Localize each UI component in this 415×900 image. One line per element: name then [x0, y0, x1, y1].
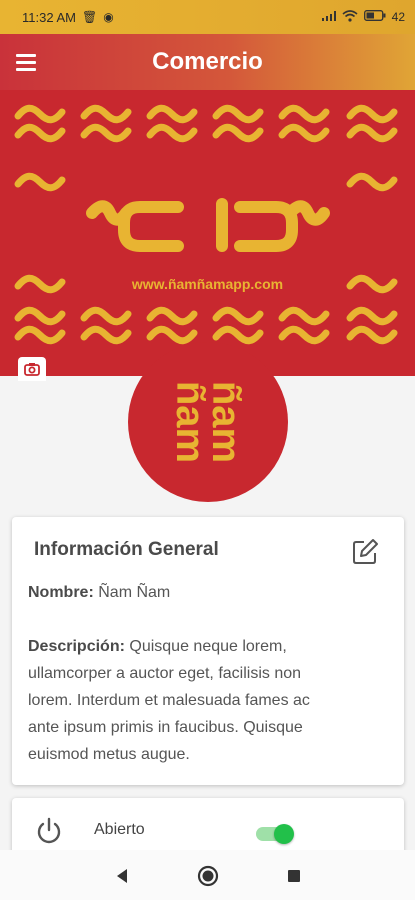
cover-image: www.ñamñamapp.com	[0, 90, 415, 376]
camera-icon[interactable]	[18, 357, 46, 381]
description-line: Quisque neque lorem,	[129, 638, 287, 655]
trash-icon: 🗑	[81, 10, 98, 24]
description-label: Descripción:	[28, 638, 125, 655]
website-link: www.ñamñamapp.com	[131, 276, 284, 292]
power-icon	[34, 816, 64, 851]
description-line: ante ipsum primis in faucibus. Quisque	[28, 719, 303, 736]
tilde-pattern	[0, 90, 415, 376]
description-field: Descripción: Quisque neque lorem, ullamc…	[28, 633, 368, 768]
app-bar: Comercio	[0, 34, 415, 90]
hamburger-menu-icon[interactable]	[16, 48, 44, 76]
recents-icon[interactable]	[282, 864, 306, 888]
home-icon[interactable]	[196, 864, 220, 888]
back-icon[interactable]	[110, 864, 134, 888]
description-line: lorem. Interdum et malesuada fames ac	[28, 692, 310, 709]
description-line: ullamcorper a auctor eget, facilisis non	[28, 665, 302, 682]
status-time: 11:32 AM	[22, 9, 76, 25]
page-title: Comercio	[152, 48, 263, 75]
name-field: Nombre: Ñam Ñam	[28, 579, 368, 606]
signal-icon	[321, 10, 336, 24]
edit-icon[interactable]	[350, 537, 380, 567]
facebook-icon: ◉	[103, 10, 114, 24]
avatar-logo: ñam ñam	[168, 380, 248, 464]
avatar[interactable]: ñam ñam	[128, 342, 288, 502]
open-status-label: Abierto	[94, 821, 145, 838]
battery-icon	[363, 10, 386, 24]
system-nav-bar	[0, 850, 415, 900]
battery-level: 42	[391, 10, 405, 24]
toggle-knob	[274, 824, 294, 844]
status-bar: 11:32 AM 🗑 ◉ 42	[0, 0, 415, 34]
card-title: Información General	[34, 539, 219, 560]
open-toggle[interactable]	[256, 824, 296, 844]
name-label: Nombre:	[28, 584, 94, 601]
general-info-card: Información General Nombre: Ñam Ñam Desc…	[12, 517, 404, 785]
description-line: euismod metus augue.	[28, 746, 190, 763]
name-value: Ñam Ñam	[98, 584, 171, 601]
wifi-icon	[342, 9, 358, 25]
